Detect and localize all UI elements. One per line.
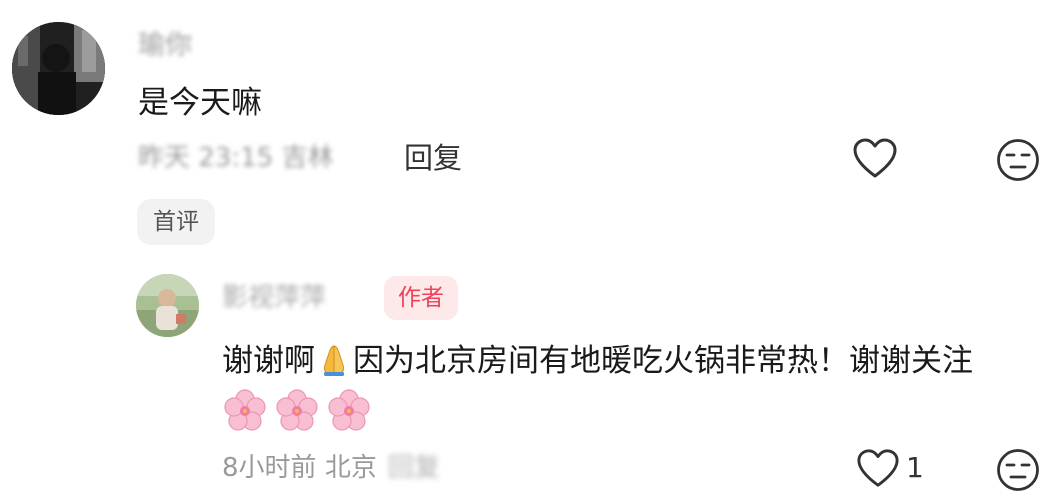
folded-hands-emoji	[323, 345, 345, 376]
comment-time: 昨天 23:15	[138, 143, 274, 173]
author-badge: 作者	[384, 276, 458, 320]
reply-text-part2: 因为北京房间有地暖吃火锅非常热！谢谢关注	[353, 343, 973, 379]
first-comment-badge: 首评	[137, 199, 215, 245]
reply-button[interactable]: 回复	[404, 138, 462, 178]
comment-meta: 昨天 23:15 吉林	[138, 140, 333, 176]
comment-location: 吉林	[281, 143, 334, 173]
cherry-blossom-emoji	[224, 389, 266, 431]
reply-text: 谢谢啊 因为北京房间有地暖吃火锅非常热！谢谢关注	[222, 334, 1022, 445]
author-username[interactable]: 影视萍萍	[222, 280, 326, 316]
commenter-username[interactable]: 瑜你	[138, 28, 192, 64]
neutral-face-icon[interactable]	[996, 138, 1040, 182]
comment-text: 是今天嘛	[138, 85, 262, 121]
like-count: 1	[906, 451, 924, 484]
reply-time: 8小时前	[222, 453, 317, 483]
reply-text-part1: 谢谢啊	[222, 343, 315, 379]
neutral-face-icon[interactable]	[996, 448, 1040, 492]
cherry-blossom-emoji	[328, 389, 370, 431]
heart-outline-icon[interactable]	[852, 136, 898, 182]
reply-reply-button[interactable]: 回复	[388, 450, 440, 486]
reply-meta: 8小时前 北京	[222, 450, 377, 486]
author-avatar[interactable]	[136, 274, 199, 337]
commenter-avatar[interactable]	[12, 22, 105, 115]
cherry-blossom-emoji	[276, 389, 318, 431]
heart-outline-icon[interactable]	[856, 447, 900, 491]
reply-location: 北京	[324, 453, 377, 483]
